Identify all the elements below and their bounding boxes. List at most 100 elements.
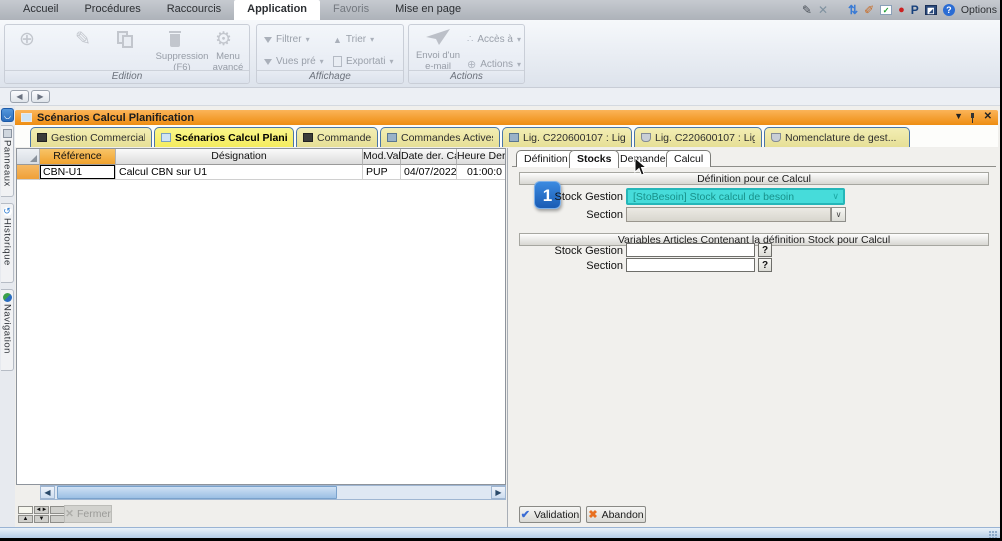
back-button[interactable]: ◀ (10, 90, 29, 103)
stock-gestion-label: Stock Gestion (538, 191, 623, 203)
layout-button-1[interactable] (18, 506, 33, 514)
chevron-down-icon: ▾ (517, 35, 521, 44)
record-down-button[interactable]: ▼ (34, 515, 49, 523)
share-icon: ∴ (467, 34, 473, 45)
column-header-designation[interactable]: Désignation (116, 149, 363, 165)
menu-tab-mise-en-page[interactable]: Mise en page (382, 0, 474, 20)
table-row[interactable]: CBN-U1 Calcul CBN sur U1 PUP 04/07/2022 … (17, 165, 505, 180)
pin-icon[interactable] (969, 113, 976, 123)
refresh-icon[interactable]: ⇅ (848, 4, 858, 16)
trash-icon[interactable] (168, 31, 182, 48)
help-icon[interactable]: ? (943, 4, 955, 16)
fermer-button[interactable]: ✕Fermer (64, 505, 112, 523)
sidebar-tab-historique[interactable]: ↺ Historique (1, 203, 14, 283)
chevron-down-icon: ▾ (389, 57, 393, 66)
cell-date[interactable]: 04/07/2022 (401, 165, 457, 180)
doc-tab-gestion-commerciale[interactable]: Gestion Commerciale ... (30, 127, 152, 147)
p-icon[interactable]: P (911, 4, 919, 16)
column-header-date[interactable]: Date der. Cal (401, 149, 457, 165)
delete-x-icon[interactable]: ✕ (818, 4, 828, 16)
doc-tab-label: Nomenclature de gest... (785, 132, 896, 144)
layout-button-2[interactable] (50, 506, 65, 514)
cell-designation[interactable]: Calcul CBN sur U1 (116, 165, 363, 180)
filtrer-button[interactable]: Filtrer ▾ (264, 34, 310, 45)
cell-heure[interactable]: 01:00:0 (457, 165, 505, 180)
cell-modval[interactable]: PUP (363, 165, 401, 180)
scrollbar-thumb[interactable] (57, 486, 337, 499)
globe-icon (3, 293, 12, 302)
doc-tab-label: Lig. C220600107 : Lign... (523, 132, 625, 144)
record-icon[interactable]: ● (898, 5, 905, 16)
var-section-help-button[interactable]: ? (758, 258, 772, 272)
doc-tab-lig-1[interactable]: Lig. C220600107 : Lign... (502, 127, 632, 147)
gear-icon[interactable]: ⚙ (215, 30, 232, 49)
menu-tab-application[interactable]: Application (234, 0, 320, 20)
doc-tab-commandes[interactable]: Commandes (296, 127, 378, 147)
vues-pre-button[interactable]: Vues pré ▾ (264, 56, 324, 67)
ribbon-group-edition: ⊕ ✎ ⚙ Suppression (F6) Menu avancé Editi… (4, 24, 250, 84)
trier-button[interactable]: ▲ Trier ▾ (333, 34, 374, 45)
tab-stocks[interactable]: Stocks (569, 150, 619, 168)
stock-gestion-combobox[interactable]: [StoBesoin] Stock calcul de besoin ∨ (626, 188, 845, 205)
scroll-right-arrow[interactable]: ▶ (491, 486, 506, 499)
validation-button[interactable]: ✔ Validation (519, 506, 581, 523)
section-dropdown-button[interactable]: ∨ (831, 207, 846, 222)
window-check-icon[interactable]: ✓ (880, 5, 892, 15)
check-icon: ✔ (521, 508, 530, 521)
abandon-button[interactable]: ✖ Abandon (586, 506, 646, 523)
column-header-modval[interactable]: Mod.Val (363, 149, 401, 165)
menu-tab-raccourcis[interactable]: Raccourcis (154, 0, 234, 20)
doc-tab-scenarios-calcul[interactable]: Scénarios Calcul Planif... (154, 127, 294, 147)
acces-a-button[interactable]: ∴ Accès à ▾ (467, 34, 521, 45)
history-icon: ↺ (3, 207, 12, 216)
chevron-down-icon: ∨ (832, 191, 839, 202)
var-stock-gestion-label: Stock Gestion (538, 245, 623, 257)
layout-button-3[interactable] (50, 515, 65, 523)
options-button[interactable]: Options (961, 4, 997, 16)
forward-button[interactable]: ▶ (31, 90, 50, 103)
group-header-definition: Définition pour ce Calcul (519, 172, 989, 185)
tab-definition[interactable]: Définition (516, 150, 576, 167)
copy-icon[interactable] (117, 31, 133, 48)
select-all-cell[interactable] (17, 149, 40, 165)
sidebar-tab-navigation[interactable]: Navigation (1, 289, 14, 371)
row-selector-cell[interactable] (17, 165, 40, 180)
edit-icon[interactable]: ✎ (75, 30, 91, 49)
chevron-down-icon: ▾ (320, 57, 324, 66)
record-up-button[interactable]: ▲ (18, 515, 33, 523)
menu-tab-accueil[interactable]: Accueil (10, 0, 71, 20)
cell-reference[interactable]: CBN-U1 (40, 165, 116, 180)
chevron-down-icon: ▾ (517, 60, 521, 69)
application-window: Accueil Procédures Raccourcis Applicatio… (0, 0, 1000, 538)
var-stock-gestion-help-button[interactable]: ? (758, 243, 772, 257)
exporter-button[interactable]: Exportati ▾ (333, 56, 393, 67)
grid-header-row: Référence Désignation Mod.Val Date der. … (17, 149, 505, 165)
record-prev-next-button[interactable]: ◄► (34, 506, 49, 514)
signature-icon[interactable]: ✎ (802, 4, 812, 16)
collapse-document-icon[interactable]: ▼ (954, 111, 963, 121)
section-combobox[interactable] (626, 207, 831, 222)
doc-tab-nomenclature[interactable]: Nomenclature de gest... (764, 127, 910, 147)
briefcase-icon (303, 133, 313, 142)
pen-icon[interactable]: ✐ (864, 4, 874, 16)
close-document-icon[interactable]: ✕ (984, 111, 992, 122)
var-section-input[interactable] (626, 258, 755, 272)
menu-tab-favoris[interactable]: Favoris (320, 0, 382, 20)
tab-calcul[interactable]: Calcul (666, 150, 711, 167)
add-icon[interactable]: ⊕ (19, 30, 35, 49)
var-stock-gestion-input[interactable] (626, 243, 755, 257)
horizontal-scrollbar[interactable]: ◀ ▶ (40, 485, 506, 500)
menu-tab-procedures[interactable]: Procédures (71, 0, 153, 20)
resize-grip[interactable] (988, 530, 997, 538)
sidebar-tab-panneaux[interactable]: Panneaux (1, 125, 14, 197)
collapse-sidebar-button[interactable]: ◡ (1, 108, 14, 122)
column-header-reference[interactable]: Référence (40, 149, 116, 165)
stock-gestion-value: [StoBesoin] Stock calcul de besoin (633, 191, 794, 203)
doc-tab-lig-2[interactable]: Lig. C220600107 : Lign... (634, 127, 762, 147)
popup-window-icon[interactable]: ◩ (925, 5, 937, 15)
detail-panel: Définition Stocks Demandes Calcul Défini… (507, 148, 999, 527)
envoi-email-button[interactable]: Envoi d'un e-mail (411, 28, 465, 73)
column-header-heure[interactable]: Heure Der. (457, 149, 505, 165)
doc-tab-commandes-actives[interactable]: Commandes Actives (380, 127, 500, 147)
scroll-left-arrow[interactable]: ◀ (40, 486, 55, 499)
